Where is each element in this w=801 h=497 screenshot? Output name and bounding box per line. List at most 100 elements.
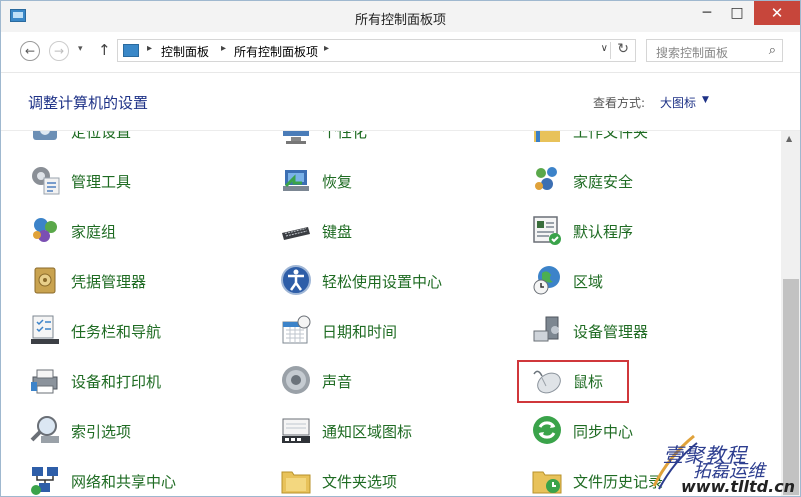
item-label: 日期和时间 xyxy=(322,323,398,341)
chevron-down-icon: ▾ xyxy=(78,44,83,54)
item-label: 设备和打印机 xyxy=(71,373,162,391)
item-label: 默认程序 xyxy=(573,223,634,241)
item-family-safety[interactable]: 家庭安全 xyxy=(531,164,751,198)
item-device-manager[interactable]: 设备管理器 xyxy=(531,314,751,348)
watermark-url: www.tlltd.cn xyxy=(681,477,796,496)
family-safety-icon xyxy=(535,167,557,190)
item-label: 网络和共享中心 xyxy=(71,473,177,491)
item-label: 管理工具 xyxy=(71,173,132,191)
item-admin-tools[interactable]: 管理工具 xyxy=(29,164,249,198)
item-taskbar-navigation[interactable]: 任务栏和导航 xyxy=(29,314,249,348)
item-label: 通知区域图标 xyxy=(322,423,413,441)
item-label: 恢复 xyxy=(322,173,353,191)
item-label: 家庭组 xyxy=(71,223,117,241)
breadcrumb-all-items[interactable]: 所有控制面板项 xyxy=(234,43,318,60)
folder-options-icon xyxy=(281,471,311,494)
item-indexing-options[interactable]: 索引选项 xyxy=(29,414,249,448)
item-keyboard[interactable]: 键盘 xyxy=(280,214,500,248)
title-bar[interactable]: 所有控制面板项 ─ □ ✕ xyxy=(1,1,800,32)
control-panel-window: 所有控制面板项 ─ □ ✕ ← → ▾ ↑ ▸ 控制面板 ▸ 所有控制面板项 ▸… xyxy=(0,0,801,497)
back-button[interactable]: ← xyxy=(20,41,40,61)
up-arrow-icon: ↑ xyxy=(98,41,111,59)
item-label: 凭据管理器 xyxy=(71,273,147,291)
item-label: 定位设置 xyxy=(71,131,132,141)
recent-locations-dropdown[interactable]: ▾ xyxy=(78,44,83,54)
recovery-icon xyxy=(283,170,309,191)
close-button[interactable]: ✕ xyxy=(754,1,800,25)
personalization-icon xyxy=(283,131,309,144)
chevron-down-icon[interactable]: ▼ xyxy=(702,95,709,105)
search-box[interactable]: 搜索控制面板 ⌕ xyxy=(646,39,783,62)
item-folder-options[interactable]: 文件夹选项 xyxy=(280,464,500,496)
search-icon[interactable]: ⌕ xyxy=(769,43,776,58)
item-label: 设备管理器 xyxy=(573,323,649,341)
watermark: 壹聚教程 拓磊运维 www.tlltd.cn xyxy=(641,431,800,496)
search-placeholder: 搜索控制面板 xyxy=(656,46,729,60)
item-work-folders[interactable]: 工作文件夹 xyxy=(531,131,751,148)
item-homegroup[interactable]: 家庭组 xyxy=(29,214,249,248)
refresh-icon[interactable]: ↻ xyxy=(617,41,629,57)
minimize-button[interactable]: ─ xyxy=(692,1,722,25)
indexing-icon xyxy=(30,416,59,443)
address-divider xyxy=(610,42,611,59)
breadcrumb-separator-icon[interactable]: ▸ xyxy=(221,43,226,54)
default-programs-icon xyxy=(533,216,561,245)
keyboard-icon xyxy=(282,227,310,240)
item-region[interactable]: 区域 xyxy=(531,264,751,298)
view-by-label: 查看方式: xyxy=(593,96,646,110)
item-network-sharing[interactable]: 网络和共享中心 xyxy=(29,464,249,496)
minimize-icon: ─ xyxy=(702,5,712,21)
item-recovery[interactable]: 恢复 xyxy=(280,164,500,198)
forward-arrow-icon: → xyxy=(53,44,65,58)
item-date-time[interactable]: 日期和时间 xyxy=(280,314,500,348)
back-arrow-icon: ← xyxy=(24,44,36,58)
sync-center-icon xyxy=(533,416,561,444)
address-bar[interactable]: ▸ 控制面板 ▸ 所有控制面板项 ▸ ∨ ↻ xyxy=(117,39,636,62)
file-history-icon xyxy=(532,471,562,494)
item-notification-icons[interactable]: 通知区域图标 xyxy=(280,414,500,448)
network-icon xyxy=(31,467,58,495)
navigation-bar: ← → ▾ ↑ ▸ 控制面板 ▸ 所有控制面板项 ▸ ∨ ↻ 搜索控制面板 ⌕ xyxy=(1,32,800,73)
address-dropdown-icon[interactable]: ∨ xyxy=(601,43,608,54)
item-personalization[interactable]: 个性化 xyxy=(280,131,500,148)
homegroup-icon xyxy=(33,218,57,242)
ease-of-access-icon xyxy=(281,265,311,295)
breadcrumb-control-panel[interactable]: 控制面板 xyxy=(161,43,209,60)
region-icon xyxy=(533,266,560,295)
breadcrumb-separator-icon[interactable]: ▸ xyxy=(147,43,152,54)
control-panel-icon xyxy=(123,44,139,57)
item-default-programs[interactable]: 默认程序 xyxy=(531,214,751,248)
item-sound[interactable]: 声音 xyxy=(280,364,500,398)
taskbar-icon xyxy=(31,315,59,344)
page-title: 调整计算机的设置 xyxy=(28,94,149,112)
device-manager-icon xyxy=(533,316,559,342)
sound-icon xyxy=(282,366,310,394)
item-label: 任务栏和导航 xyxy=(71,323,162,341)
notification-icon xyxy=(282,418,310,443)
breadcrumb-separator-icon[interactable]: ▸ xyxy=(324,43,329,54)
location-icon xyxy=(33,131,57,140)
item-label: 文件夹选项 xyxy=(322,473,398,491)
window-title: 所有控制面板项 xyxy=(354,13,446,28)
work-folders-icon xyxy=(534,131,560,142)
credential-manager-icon xyxy=(34,267,56,294)
up-button[interactable]: ↑ xyxy=(98,41,111,59)
item-label: 个性化 xyxy=(322,131,368,141)
item-label: 索引选项 xyxy=(71,423,132,441)
view-by-selector[interactable]: 大图标 xyxy=(660,94,696,111)
maximize-icon: □ xyxy=(730,5,744,21)
maximize-button[interactable]: □ xyxy=(722,1,752,25)
item-credential-manager[interactable]: 凭据管理器 xyxy=(29,264,249,298)
item-devices-printers[interactable]: 设备和打印机 xyxy=(29,364,249,398)
date-time-icon xyxy=(282,315,311,344)
item-ease-of-access[interactable]: 轻松使用设置中心 xyxy=(280,264,500,298)
close-icon: ✕ xyxy=(770,4,784,22)
printer-icon xyxy=(31,369,58,394)
item-label: 区域 xyxy=(573,273,604,291)
forward-button[interactable]: → xyxy=(49,41,69,61)
item-label: 同步中心 xyxy=(573,423,634,441)
scroll-up-icon[interactable]: ▲ xyxy=(786,134,792,143)
item-label: 键盘 xyxy=(322,223,353,241)
item-label: 轻松使用设置中心 xyxy=(322,273,443,291)
item-location-settings[interactable]: 定位设置 xyxy=(29,131,249,148)
